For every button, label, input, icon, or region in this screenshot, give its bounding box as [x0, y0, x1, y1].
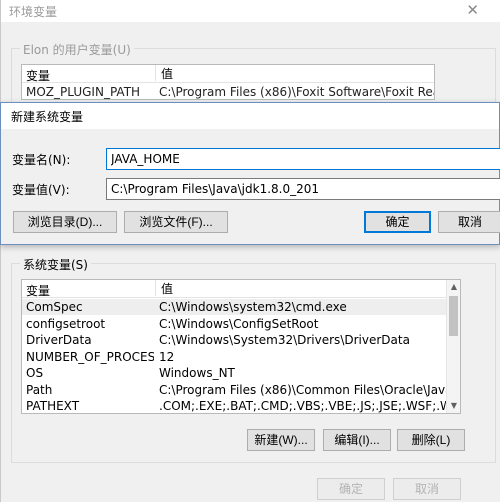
column-header-variable[interactable]: 变量 [26, 67, 50, 84]
row-variable-name: DriverData [26, 333, 92, 347]
column-header-variable[interactable]: 变量 [26, 282, 50, 299]
row-variable-value: .COM;.EXE;.BAT;.CMD;.VBS;.VBE;.JS;.JSE;.… [159, 399, 446, 413]
close-icon[interactable]: ✕ [466, 1, 479, 19]
env-window-title: 环境变量 [9, 5, 58, 19]
browse-file-button[interactable]: 浏览文件(F)... [124, 211, 228, 233]
variable-value-input[interactable] [106, 178, 500, 200]
vertical-scrollbar[interactable]: ▲ ▼ [446, 280, 460, 413]
new-system-variable-dialog: 新建系统变量 变量名(N): 变量值(V): 浏览目录(D)... 浏览文件(F… [0, 102, 500, 245]
scrollbar-thumb[interactable] [449, 296, 458, 336]
env-cancel-button[interactable]: 取消 [393, 478, 461, 500]
row-variable-value: C:\Windows\system32\cmd.exe [159, 300, 347, 314]
variable-name-label: 变量名(N): [12, 153, 71, 167]
row-variable-value: C:\Program Files (x86)\Common Files\Orac… [159, 382, 446, 397]
row-variable-name: MOZ_PLUGIN_PATH [26, 85, 141, 99]
table-row[interactable]: MOZ_PLUGIN_PATH C:\Program Files (x86)\F… [22, 84, 434, 99]
variable-name-input[interactable] [106, 148, 500, 170]
row-variable-name: PATHEXT [26, 399, 80, 413]
column-header-value[interactable]: 值 [155, 65, 173, 81]
dialog-titlebar: 新建系统变量 [1, 103, 499, 129]
env-titlebar: 环境变量 ✕ [1, 0, 500, 22]
table-row[interactable]: DriverData C:\Windows\System32\Drivers\D… [22, 332, 446, 348]
row-variable-value: 12 [159, 349, 175, 364]
scroll-up-arrow-icon[interactable]: ▲ [447, 280, 460, 294]
row-variable-value: C:\Program Files (x86)\Foxit Software\Fo… [159, 85, 434, 99]
row-variable-value: Windows_NT [159, 366, 235, 380]
scroll-down-arrow-icon[interactable]: ▼ [447, 399, 460, 413]
row-variable-name: OS [26, 366, 44, 380]
table-row[interactable]: configsetroot C:\Windows\ConfigSetRoot [22, 316, 446, 332]
list-header: 变量 值 [22, 280, 460, 298]
row-variable-name: Path [26, 382, 53, 397]
table-row[interactable]: NUMBER_OF_PROCESSORS 12 [22, 349, 446, 365]
system-variables-legend: 系统变量(S) [20, 256, 91, 273]
variable-value-label: 变量值(V): [12, 183, 70, 197]
env-ok-button[interactable]: 确定 [317, 478, 385, 500]
column-header-value[interactable]: 值 [155, 280, 173, 296]
dialog-title: 新建系统变量 [11, 110, 84, 124]
table-row[interactable]: PATHEXT .COM;.EXE;.BAT;.CMD;.VBS;.VBE;.J… [22, 398, 446, 413]
user-variables-legend: Elon 的用户变量(U) [20, 41, 134, 58]
row-variable-name: NUMBER_OF_PROCESSORS [26, 349, 154, 364]
new-variable-button[interactable]: 新建(W)... [247, 429, 315, 451]
row-variable-name: ComSpec [26, 300, 83, 314]
row-variable-value: C:\Windows\System32\Drivers\DriverData [159, 333, 410, 347]
environment-variables-window: 环境变量 ✕ Elon 的用户变量(U) 变量 值 MOZ_PLUGIN_PAT… [0, 0, 500, 502]
row-variable-value: C:\Windows\ConfigSetRoot [159, 316, 319, 331]
dialog-ok-button[interactable]: 确定 [364, 211, 431, 233]
system-variables-list[interactable]: 变量 值 ComSpec C:\Windows\system32\cmd.exe… [21, 279, 461, 414]
dialog-cancel-button[interactable]: 取消 [438, 211, 500, 233]
browse-directory-button[interactable]: 浏览目录(D)... [13, 211, 117, 233]
user-variables-list[interactable]: 变量 值 MOZ_PLUGIN_PATH C:\Program Files (x… [21, 64, 435, 100]
list-header: 变量 值 [22, 65, 434, 83]
edit-variable-button[interactable]: 编辑(I)... [323, 429, 391, 451]
row-variable-name: configsetroot [26, 316, 106, 331]
delete-variable-button[interactable]: 删除(L) [397, 429, 465, 451]
table-row[interactable]: OS Windows_NT [22, 365, 446, 381]
table-row[interactable]: ComSpec C:\Windows\system32\cmd.exe [22, 299, 446, 315]
table-row[interactable]: Path C:\Program Files (x86)\Common Files… [22, 382, 446, 398]
